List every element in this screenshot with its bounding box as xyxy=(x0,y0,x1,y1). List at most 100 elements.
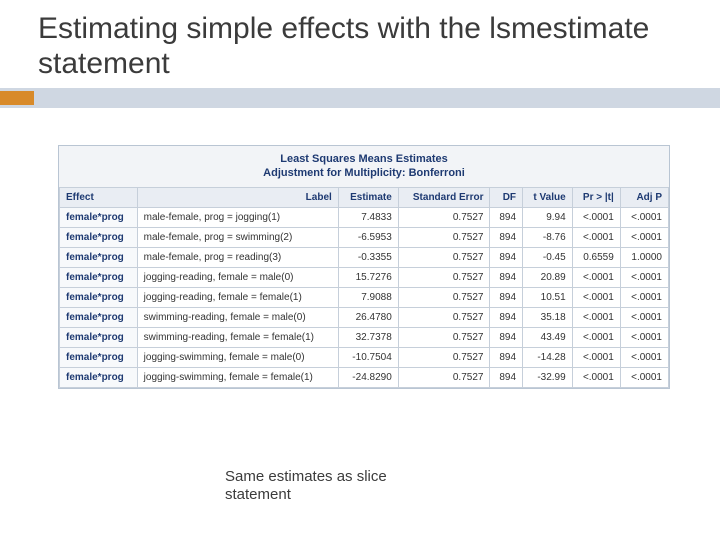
cell-effect: female*prog xyxy=(60,347,138,367)
table-title: Least Squares Means Estimates Adjustment… xyxy=(59,146,669,187)
cell-pr: <.0001 xyxy=(572,207,620,227)
cell-label: jogging-reading, female = male(0) xyxy=(137,267,338,287)
slide-title: Estimating simple effects with the lsmes… xyxy=(38,12,700,81)
cell-df: 894 xyxy=(490,347,523,367)
table-row: female*progjogging-reading, female = fem… xyxy=(60,287,669,307)
cell-estimate: -6.5953 xyxy=(338,227,398,247)
cell-df: 894 xyxy=(490,227,523,247)
cell-adjp: <.0001 xyxy=(620,307,668,327)
cell-estimate: -10.7504 xyxy=(338,347,398,367)
cell-stderr: 0.7527 xyxy=(398,367,490,387)
cell-label: swimming-reading, female = male(0) xyxy=(137,307,338,327)
cell-stderr: 0.7527 xyxy=(398,347,490,367)
cell-label: swimming-reading, female = female(1) xyxy=(137,327,338,347)
cell-adjp: <.0001 xyxy=(620,287,668,307)
cell-effect: female*prog xyxy=(60,267,138,287)
cell-adjp: <.0001 xyxy=(620,207,668,227)
cell-stderr: 0.7527 xyxy=(398,327,490,347)
cell-tvalue: -14.28 xyxy=(523,347,573,367)
cell-stderr: 0.7527 xyxy=(398,267,490,287)
table-row: female*progswimming-reading, female = fe… xyxy=(60,327,669,347)
cell-tvalue: 9.94 xyxy=(523,207,573,227)
cell-estimate: 7.9088 xyxy=(338,287,398,307)
cell-label: male-female, prog = swimming(2) xyxy=(137,227,338,247)
cell-adjp: <.0001 xyxy=(620,267,668,287)
cell-pr: <.0001 xyxy=(572,327,620,347)
col-tvalue: t Value xyxy=(523,187,573,207)
table-row: female*progjogging-swimming, female = ma… xyxy=(60,347,669,367)
table-row: female*progswimming-reading, female = ma… xyxy=(60,307,669,327)
col-effect: Effect xyxy=(60,187,138,207)
cell-stderr: 0.7527 xyxy=(398,207,490,227)
caption-text: Same estimates as slice statement xyxy=(225,468,455,504)
cell-stderr: 0.7527 xyxy=(398,247,490,267)
cell-label: jogging-swimming, female = female(1) xyxy=(137,367,338,387)
cell-tvalue: 35.18 xyxy=(523,307,573,327)
cell-tvalue: 43.49 xyxy=(523,327,573,347)
cell-stderr: 0.7527 xyxy=(398,227,490,247)
table-row: female*progmale-female, prog = jogging(1… xyxy=(60,207,669,227)
col-adjp: Adj P xyxy=(620,187,668,207)
cell-effect: female*prog xyxy=(60,227,138,247)
cell-label: male-female, prog = reading(3) xyxy=(137,247,338,267)
cell-tvalue: -0.45 xyxy=(523,247,573,267)
cell-effect: female*prog xyxy=(60,367,138,387)
cell-adjp: <.0001 xyxy=(620,347,668,367)
cell-adjp: <.0001 xyxy=(620,327,668,347)
col-estimate: Estimate xyxy=(338,187,398,207)
cell-tvalue: -32.99 xyxy=(523,367,573,387)
cell-estimate: 15.7276 xyxy=(338,267,398,287)
cell-estimate: 26.4780 xyxy=(338,307,398,327)
cell-tvalue: -8.76 xyxy=(523,227,573,247)
col-stderr: Standard Error xyxy=(398,187,490,207)
cell-pr: <.0001 xyxy=(572,267,620,287)
cell-effect: female*prog xyxy=(60,287,138,307)
cell-effect: female*prog xyxy=(60,247,138,267)
table-row: female*progmale-female, prog = reading(3… xyxy=(60,247,669,267)
cell-tvalue: 10.51 xyxy=(523,287,573,307)
cell-pr: <.0001 xyxy=(572,307,620,327)
cell-pr: <.0001 xyxy=(572,347,620,367)
table-body: female*progmale-female, prog = jogging(1… xyxy=(60,207,669,387)
cell-stderr: 0.7527 xyxy=(398,307,490,327)
cell-estimate: 32.7378 xyxy=(338,327,398,347)
results-table: Least Squares Means Estimates Adjustment… xyxy=(58,145,670,389)
col-pr: Pr > |t| xyxy=(572,187,620,207)
accent-chip xyxy=(0,91,34,105)
cell-df: 894 xyxy=(490,267,523,287)
header-row: Effect Label Estimate Standard Error DF … xyxy=(60,187,669,207)
cell-df: 894 xyxy=(490,307,523,327)
cell-adjp: 1.0000 xyxy=(620,247,668,267)
col-df: DF xyxy=(490,187,523,207)
col-label: Label xyxy=(137,187,338,207)
cell-pr: <.0001 xyxy=(572,287,620,307)
accent-bar xyxy=(0,88,720,108)
cell-effect: female*prog xyxy=(60,327,138,347)
cell-df: 894 xyxy=(490,247,523,267)
cell-df: 894 xyxy=(490,287,523,307)
cell-df: 894 xyxy=(490,207,523,227)
table-row: female*progmale-female, prog = swimming(… xyxy=(60,227,669,247)
cell-estimate: 7.4833 xyxy=(338,207,398,227)
cell-label: jogging-reading, female = female(1) xyxy=(137,287,338,307)
table-title-line1: Least Squares Means Estimates xyxy=(280,153,448,165)
data-table: Effect Label Estimate Standard Error DF … xyxy=(59,187,669,388)
table-row: female*progjogging-swimming, female = fe… xyxy=(60,367,669,387)
cell-adjp: <.0001 xyxy=(620,367,668,387)
cell-df: 894 xyxy=(490,327,523,347)
cell-tvalue: 20.89 xyxy=(523,267,573,287)
cell-df: 894 xyxy=(490,367,523,387)
cell-pr: <.0001 xyxy=(572,367,620,387)
cell-effect: female*prog xyxy=(60,307,138,327)
cell-label: jogging-swimming, female = male(0) xyxy=(137,347,338,367)
table-title-line2: Adjustment for Multiplicity: Bonferroni xyxy=(263,167,465,179)
cell-effect: female*prog xyxy=(60,207,138,227)
cell-pr: <.0001 xyxy=(572,227,620,247)
cell-pr: 0.6559 xyxy=(572,247,620,267)
cell-estimate: -24.8290 xyxy=(338,367,398,387)
cell-label: male-female, prog = jogging(1) xyxy=(137,207,338,227)
cell-stderr: 0.7527 xyxy=(398,287,490,307)
cell-adjp: <.0001 xyxy=(620,227,668,247)
cell-estimate: -0.3355 xyxy=(338,247,398,267)
table-row: female*progjogging-reading, female = mal… xyxy=(60,267,669,287)
